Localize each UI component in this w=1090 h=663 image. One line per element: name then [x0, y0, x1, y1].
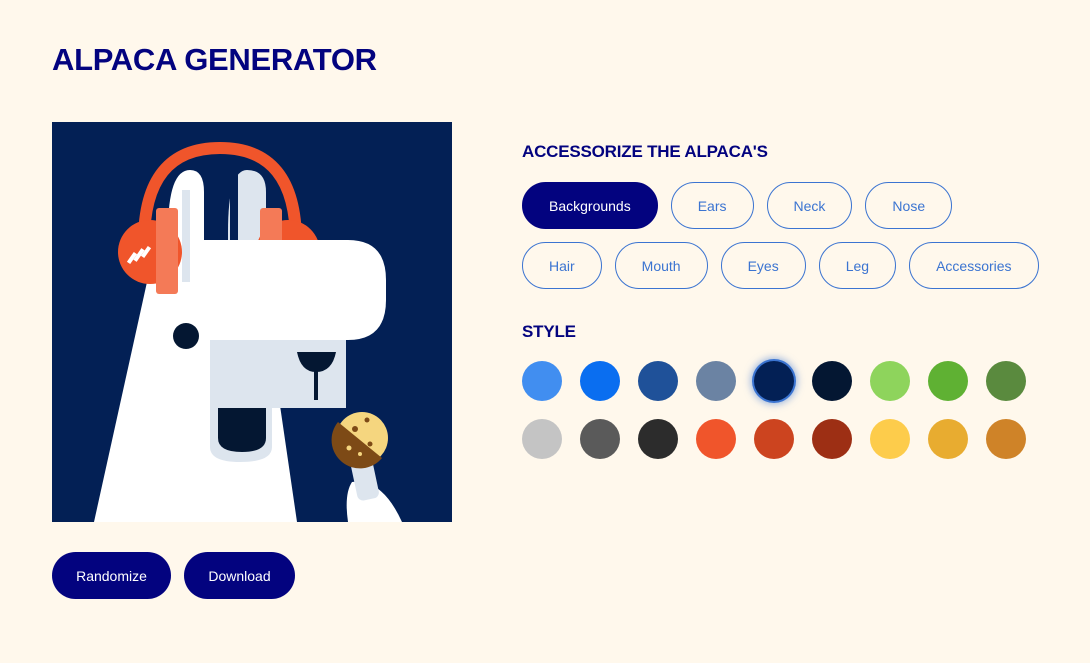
color-swatch[interactable]: [522, 419, 562, 459]
category-chip-leg[interactable]: Leg: [818, 242, 897, 289]
randomize-button[interactable]: Randomize: [52, 552, 171, 599]
customize-panel: ACCESSORIZE THE ALPACA'S Backgrounds Ears…: [522, 142, 1042, 459]
category-chip-neck[interactable]: Neck: [766, 182, 853, 229]
color-swatch[interactable]: [754, 419, 794, 459]
color-swatch[interactable]: [696, 361, 736, 401]
category-chip-eyes[interactable]: Eyes: [720, 242, 806, 289]
color-swatch[interactable]: [986, 419, 1026, 459]
color-swatch[interactable]: [638, 361, 678, 401]
style-swatches: [522, 361, 1042, 459]
color-swatch[interactable]: [986, 361, 1026, 401]
category-chip-accessories[interactable]: Accessories: [909, 242, 1039, 289]
alpaca-canvas: [52, 122, 452, 522]
category-chips: Backgrounds Ears Neck Nose Hair Mouth Eyes Leg A…: [522, 182, 1042, 289]
category-chip-nose[interactable]: Nose: [865, 182, 953, 229]
action-row: Randomize Download: [52, 552, 295, 599]
color-swatch[interactable]: [870, 361, 910, 401]
color-swatch[interactable]: [928, 419, 968, 459]
color-swatch[interactable]: [812, 361, 852, 401]
alpaca-eye: [173, 323, 199, 349]
color-swatch[interactable]: [696, 419, 736, 459]
color-swatch[interactable]: [638, 419, 678, 459]
alpaca-illustration: [52, 122, 452, 522]
download-button[interactable]: Download: [184, 552, 295, 599]
alpaca-head: [202, 240, 386, 340]
color-swatch[interactable]: [580, 419, 620, 459]
style-heading: STYLE: [522, 322, 576, 341]
accessorize-heading: ACCESSORIZE THE ALPACA'S: [522, 142, 768, 161]
color-swatch[interactable]: [754, 361, 794, 401]
color-swatch[interactable]: [812, 419, 852, 459]
color-swatch[interactable]: [522, 361, 562, 401]
category-chip-ears[interactable]: Ears: [670, 182, 754, 229]
category-chip-backgrounds[interactable]: Backgrounds: [522, 182, 658, 229]
color-swatch[interactable]: [580, 361, 620, 401]
app-title: ALPACA GENERATOR: [52, 42, 377, 77]
color-swatch[interactable]: [870, 419, 910, 459]
category-chip-hair[interactable]: Hair: [522, 242, 602, 289]
color-swatch[interactable]: [928, 361, 968, 401]
category-chip-mouth[interactable]: Mouth: [614, 242, 708, 289]
